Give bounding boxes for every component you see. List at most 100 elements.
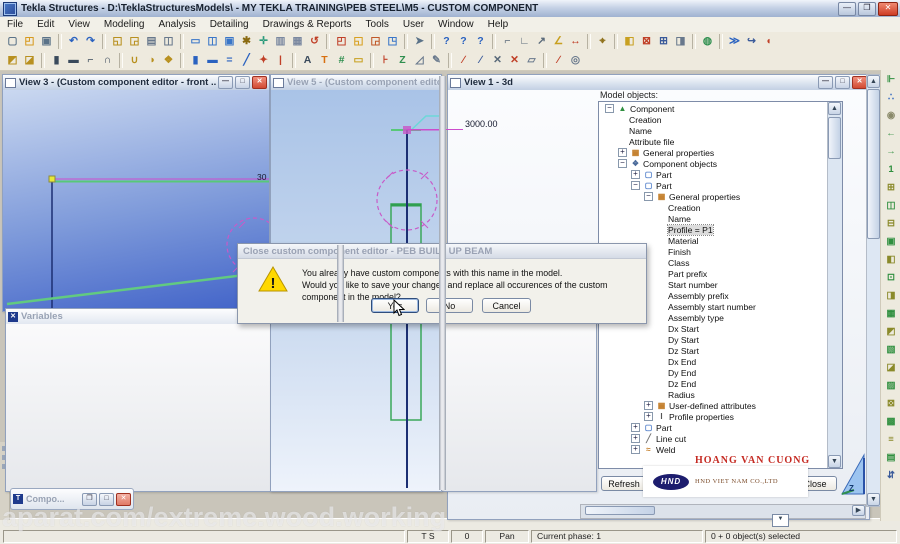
- tree-item-part[interactable]: − ▢ Part: [600, 180, 827, 191]
- tree-item-name[interactable]: Name: [600, 213, 827, 224]
- tree-item-dz-start[interactable]: Dz Start: [600, 345, 827, 356]
- view3-canvas[interactable]: 30: [3, 90, 269, 311]
- tree-item-user-defined-attributes[interactable]: + ▦ User-defined attributes: [600, 400, 827, 411]
- circle-weld-icon[interactable]: ◎: [567, 53, 584, 68]
- grid-line-icon[interactable]: #: [333, 53, 350, 68]
- cage-ladder-icon[interactable]: ≡: [884, 433, 899, 447]
- tree-toggle-icon[interactable]: +: [644, 412, 653, 421]
- zoom-in-icon[interactable]: ✱: [238, 34, 255, 49]
- minimize-icon[interactable]: —: [218, 76, 233, 89]
- zoom-original-icon[interactable]: ▣: [221, 34, 238, 49]
- scroll-thumb[interactable]: [828, 117, 841, 159]
- fast-forward-icon[interactable]: ≫: [726, 34, 743, 49]
- cut-polygon-icon[interactable]: ✕: [506, 53, 523, 68]
- open-icon[interactable]: ◰: [21, 34, 38, 49]
- minimize-icon[interactable]: —: [838, 1, 856, 16]
- horizontal-scrollbar[interactable]: ▶: [580, 504, 866, 519]
- maximize-icon[interactable]: □: [835, 76, 850, 89]
- close-icon[interactable]: ✕: [878, 1, 898, 16]
- cut-line-icon[interactable]: ✕: [489, 53, 506, 68]
- tree-item-dx-end[interactable]: Dx End: [600, 356, 827, 367]
- menu-edit[interactable]: Edit: [30, 18, 61, 31]
- restore-icon[interactable]: ❐: [858, 1, 876, 16]
- tree-item-profile-p1[interactable]: Profile = P1: [600, 223, 827, 236]
- tree-toggle-icon[interactable]: +: [631, 434, 640, 443]
- menu-drawings-reports[interactable]: Drawings & Reports: [256, 18, 359, 31]
- two-sided-clip-icon[interactable]: ◨: [884, 289, 899, 303]
- clip-angle-icon[interactable]: ⊡: [884, 271, 899, 285]
- create-point-icon[interactable]: ⌖: [594, 34, 611, 49]
- new-icon[interactable]: ▢: [4, 34, 21, 49]
- menu-view[interactable]: View: [61, 18, 97, 31]
- bolt-icon[interactable]: ✦: [255, 53, 272, 68]
- scroll-thumb[interactable]: [867, 89, 880, 239]
- view3-title-bar[interactable]: View 3 - (Custom component editor - fron…: [3, 75, 269, 91]
- scroll-thumb[interactable]: [585, 506, 655, 515]
- welded-gusset-icon[interactable]: ▩: [884, 415, 899, 429]
- haunch-icon[interactable]: ◧: [884, 253, 899, 267]
- weld-tool-icon[interactable]: ∕: [455, 53, 472, 68]
- undo-icon[interactable]: ↶: [65, 34, 82, 49]
- view-properties-icon[interactable]: ◰: [333, 34, 350, 49]
- weld-between-icon[interactable]: ∕: [550, 53, 567, 68]
- tree-item-part[interactable]: + ▢ Part: [600, 169, 827, 180]
- tree-item-component-objects[interactable]: − ❖ Component objects: [600, 158, 827, 169]
- weld-polygon-icon[interactable]: ∕: [472, 53, 489, 68]
- scroll-down-icon[interactable]: ▼: [867, 493, 880, 506]
- menu-modeling[interactable]: Modeling: [97, 18, 152, 31]
- measure-bolt-icon[interactable]: ↔: [567, 34, 584, 49]
- component-browser-icon[interactable]: ∴: [884, 91, 899, 105]
- define-component-icon[interactable]: ⊩: [884, 73, 899, 87]
- tree-item-creation[interactable]: Creation: [600, 114, 827, 125]
- menu-window[interactable]: Window: [431, 18, 481, 31]
- auto-defaults-icon[interactable]: ◪: [21, 53, 38, 68]
- tile-views-icon[interactable]: ▦: [289, 34, 306, 49]
- plate-tool-icon[interactable]: ▭: [350, 53, 367, 68]
- scroll-up-icon[interactable]: ▲: [867, 75, 880, 88]
- pan-view-icon[interactable]: ✛: [255, 34, 272, 49]
- menu-user[interactable]: User: [396, 18, 431, 31]
- print-icon[interactable]: ▤: [143, 34, 160, 49]
- tree-item-general-properties[interactable]: − ▦ General properties: [600, 191, 827, 202]
- fit-by-parts-icon[interactable]: ◫: [204, 34, 221, 49]
- delete-object-icon[interactable]: ⊠: [638, 34, 655, 49]
- tree-toggle-icon[interactable]: +: [644, 401, 653, 410]
- menu-detailing[interactable]: Detailing: [203, 18, 256, 31]
- refresh-button[interactable]: Refresh: [601, 476, 647, 491]
- display-settings-icon[interactable]: ◱: [350, 34, 367, 49]
- phases-icon[interactable]: ◧: [621, 34, 638, 49]
- tree-item-attribute-file[interactable]: Attribute file: [600, 136, 827, 147]
- create-column-icon[interactable]: ▮: [48, 53, 65, 68]
- number-one-icon[interactable]: 1: [884, 163, 899, 177]
- contour-plate-icon[interactable]: ∪: [126, 53, 143, 68]
- minimize-icon[interactable]: —: [818, 76, 833, 89]
- arrow-left-icon[interactable]: ←: [884, 127, 899, 141]
- gusset-icon[interactable]: ▦: [884, 307, 899, 321]
- measure-x-icon[interactable]: ⌐: [499, 34, 516, 49]
- numbering-icon[interactable]: ⊞: [655, 34, 672, 49]
- fly-icon[interactable]: ➤: [411, 34, 428, 49]
- base-plate-icon[interactable]: ⊟: [884, 217, 899, 231]
- workspace-scrollbar[interactable]: ▲ ▼: [866, 74, 881, 507]
- tree-item-line-cut[interactable]: + ╱ Line cut: [600, 433, 827, 444]
- twin-beam-icon[interactable]: =: [221, 53, 238, 68]
- measure-angle-icon[interactable]: ∠: [550, 34, 567, 49]
- pos-2-icon[interactable]: Z: [394, 53, 411, 68]
- slab-icon[interactable]: ❖: [160, 53, 177, 68]
- twin-profile-icon[interactable]: ◑: [143, 53, 160, 68]
- auto-connection-icon[interactable]: ◩: [4, 53, 21, 68]
- menu-file[interactable]: File: [0, 18, 30, 31]
- tree-item-dz-end[interactable]: Dz End: [600, 378, 827, 389]
- no-button[interactable]: No: [426, 298, 473, 313]
- scroll-up-icon[interactable]: ▲: [828, 102, 841, 115]
- updown-icon[interactable]: ⇵: [884, 469, 899, 483]
- menu-analysis[interactable]: Analysis: [151, 18, 202, 31]
- export-model-icon[interactable]: ↪: [743, 34, 760, 49]
- pos-1-icon[interactable]: ⊦: [377, 53, 394, 68]
- text-tool-icon[interactable]: T: [316, 53, 333, 68]
- column-splice-icon[interactable]: ◫: [884, 199, 899, 213]
- seating-connection-icon[interactable]: ⊠: [884, 397, 899, 411]
- view5-title-bar[interactable]: View 5 - (Custom component edito...: [271, 75, 441, 91]
- tree-item-component[interactable]: − ▲ Component: [600, 103, 827, 114]
- close-icon[interactable]: ✕: [852, 76, 867, 89]
